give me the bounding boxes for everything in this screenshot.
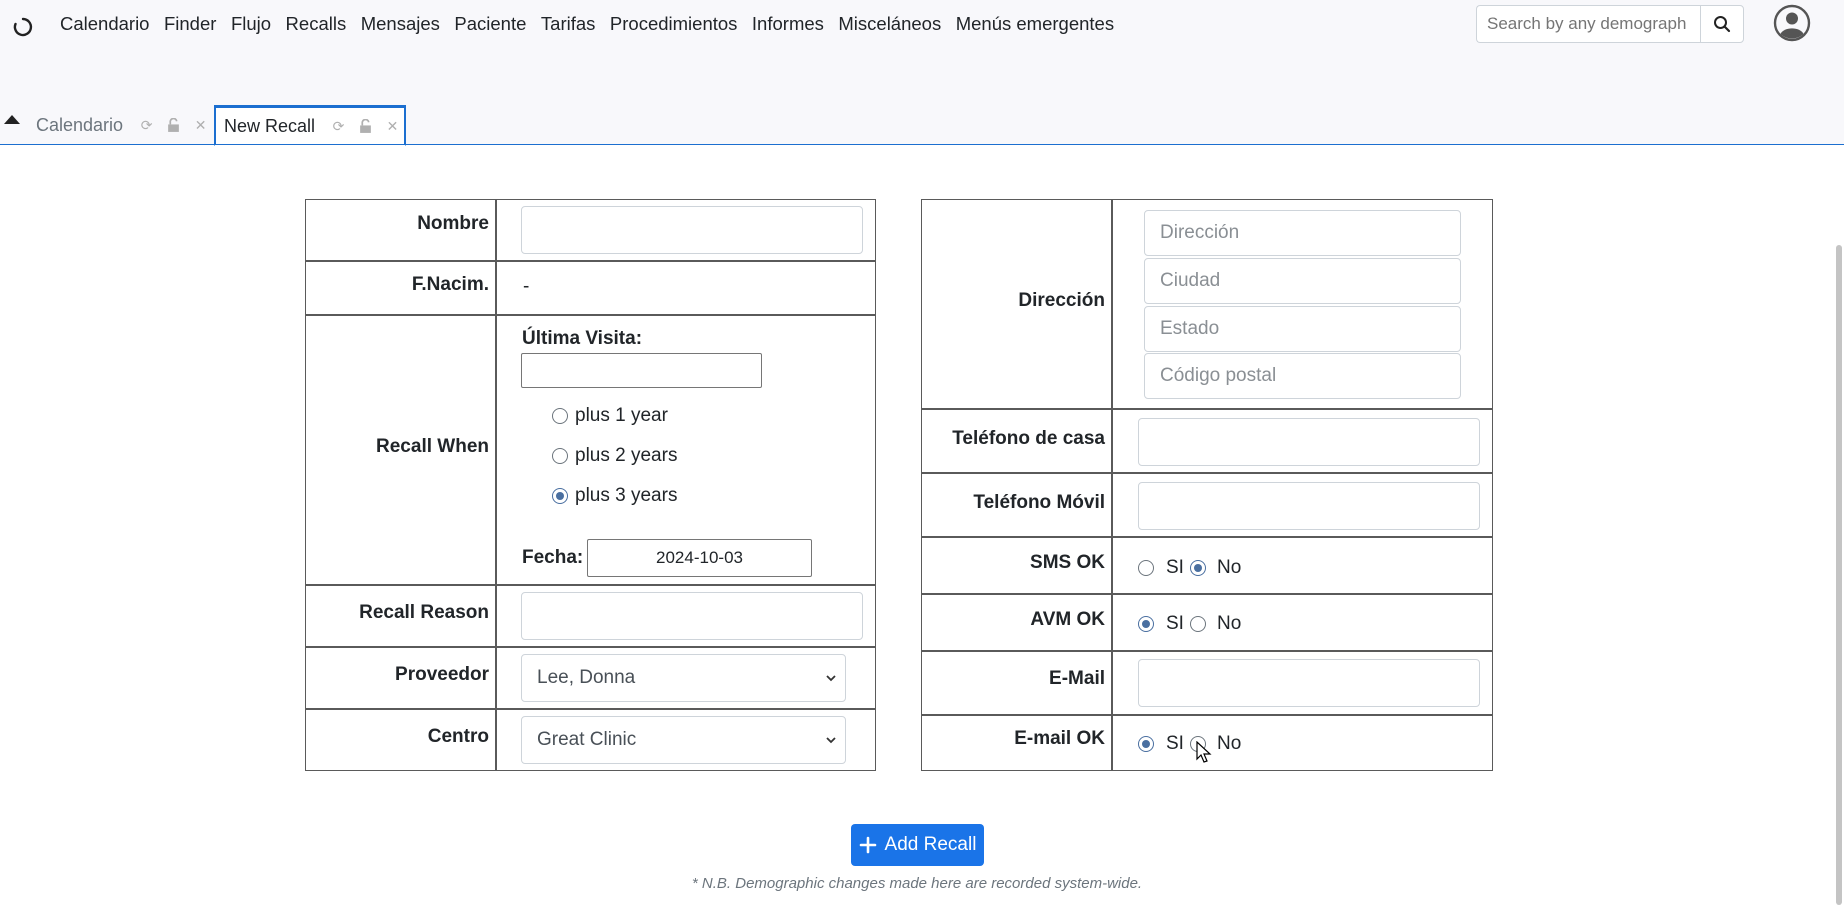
ciudad-input[interactable]: Ciudad xyxy=(1144,258,1461,304)
unlock-icon[interactable] xyxy=(358,118,373,134)
avm-si-radio[interactable] xyxy=(1138,616,1154,632)
proveedor-label: Proveedor xyxy=(395,664,489,685)
telefono-movil-input[interactable] xyxy=(1138,482,1480,530)
email-ok-label: E-mail OK xyxy=(1014,728,1105,749)
tab-label: New Recall xyxy=(224,115,316,136)
scrollbar-thumb[interactable] xyxy=(1836,245,1842,905)
fnacim-label: F.Nacim. xyxy=(411,274,489,295)
unlock-icon[interactable] xyxy=(166,117,181,133)
add-recall-button[interactable]: Add Recall xyxy=(851,824,984,866)
footnote: * N.B. Demographic changes made here are… xyxy=(691,875,1143,892)
recall-when-label: Recall When xyxy=(376,436,489,457)
estado-input[interactable]: Estado xyxy=(1144,306,1461,352)
plus-3-years-radio[interactable] xyxy=(552,488,568,504)
avm-si-label: SI xyxy=(1166,613,1184,634)
sms-ok-label: SMS OK xyxy=(1030,552,1105,573)
menu-item-recalls[interactable]: Recalls xyxy=(286,12,347,36)
menu-item-procedimientos[interactable]: Procedimientos xyxy=(610,12,738,36)
collapse-caret-icon[interactable] xyxy=(3,113,21,125)
menu-item-mensajes[interactable]: Mensajes xyxy=(361,12,440,36)
refresh-icon[interactable]: ⟳ xyxy=(331,118,346,134)
plus-1-year-radio[interactable] xyxy=(552,408,568,424)
tab-label: Calendario xyxy=(36,114,124,135)
avm-no-radio[interactable] xyxy=(1190,616,1206,632)
email-ok-si-label: SI xyxy=(1166,733,1184,754)
tab-new-recall[interactable]: New Recall ⟳ ✕ xyxy=(214,105,406,146)
fnacim-value: - xyxy=(523,276,530,297)
menu-item-finder[interactable]: Finder xyxy=(164,12,216,36)
telefono-casa-input[interactable] xyxy=(1138,418,1480,466)
plus-3-years-label: plus 3 years xyxy=(575,485,678,506)
search-input[interactable] xyxy=(1476,5,1700,43)
close-icon[interactable]: ✕ xyxy=(193,117,208,133)
direccion-input[interactable]: Dirección xyxy=(1144,210,1461,256)
app-logo-icon[interactable] xyxy=(11,15,35,39)
sms-no-radio[interactable] xyxy=(1190,560,1206,576)
fecha-input[interactable]: 2024-10-03 xyxy=(587,539,812,577)
menu-item-miscelaneos[interactable]: Misceláneos xyxy=(838,12,941,36)
add-recall-label: Add Recall xyxy=(884,834,977,855)
centro-select[interactable]: Great Clinic xyxy=(521,716,846,764)
close-icon[interactable]: ✕ xyxy=(385,118,400,134)
menu-item-informes[interactable]: Informes xyxy=(752,12,824,36)
search-bar xyxy=(1476,5,1744,43)
centro-selected: Great Clinic xyxy=(537,729,637,750)
main-menu: Calendario Finder Flujo Recalls Mensajes… xyxy=(60,12,1129,36)
value-cell xyxy=(496,261,876,315)
plus-2-years-radio[interactable] xyxy=(552,448,568,464)
direccion-label: Dirección xyxy=(1018,290,1105,311)
plus-2-years-label: plus 2 years xyxy=(575,445,678,466)
email-input[interactable] xyxy=(1138,659,1480,707)
plus-1-year-label: plus 1 year xyxy=(575,405,668,426)
proveedor-selected: Lee, Donna xyxy=(537,667,636,688)
recall-reason-label: Recall Reason xyxy=(359,602,489,623)
ultima-visita-label: Última Visita: xyxy=(522,328,643,349)
fecha-label: Fecha: xyxy=(522,547,584,568)
ultima-visita-input[interactable] xyxy=(521,353,762,388)
sms-si-label: SI xyxy=(1166,557,1184,578)
menu-item-flujo[interactable]: Flujo xyxy=(231,12,271,36)
tab-calendario[interactable]: Calendario ⟳ ✕ xyxy=(36,105,208,145)
centro-label: Centro xyxy=(427,726,489,747)
avm-ok-label: AVM OK xyxy=(1030,609,1105,630)
proveedor-select[interactable]: Lee, Donna xyxy=(521,654,846,702)
chevron-down-icon xyxy=(826,675,836,682)
menu-item-menus-emergentes[interactable]: Menús emergentes xyxy=(956,12,1114,36)
plus-icon xyxy=(859,836,876,854)
nombre-input[interactable] xyxy=(521,206,863,254)
codigo-postal-input[interactable]: Código postal xyxy=(1144,353,1461,399)
email-ok-si-radio[interactable] xyxy=(1138,736,1154,752)
sms-si-radio[interactable] xyxy=(1138,560,1154,576)
telefono-casa-label: Teléfono de casa xyxy=(952,428,1105,449)
tab-underline xyxy=(0,144,1844,145)
sms-no-label: No xyxy=(1217,557,1242,578)
search-button[interactable] xyxy=(1700,5,1744,43)
chevron-down-icon xyxy=(826,737,836,744)
avm-no-label: No xyxy=(1217,613,1242,634)
nombre-label: Nombre xyxy=(417,213,489,234)
telefono-movil-label: Teléfono Móvil xyxy=(973,492,1105,513)
search-icon xyxy=(1714,16,1731,33)
mouse-cursor-icon xyxy=(1196,741,1212,763)
email-ok-no-label: No xyxy=(1217,733,1242,754)
email-label: E-Mail xyxy=(1049,668,1105,689)
refresh-icon[interactable]: ⟳ xyxy=(139,117,154,133)
user-avatar-icon[interactable] xyxy=(1773,4,1811,42)
menu-item-calendario[interactable]: Calendario xyxy=(60,12,149,36)
recall-reason-input[interactable] xyxy=(521,592,863,640)
menu-item-tarifas[interactable]: Tarifas xyxy=(541,12,596,36)
menu-item-paciente[interactable]: Paciente xyxy=(454,12,526,36)
